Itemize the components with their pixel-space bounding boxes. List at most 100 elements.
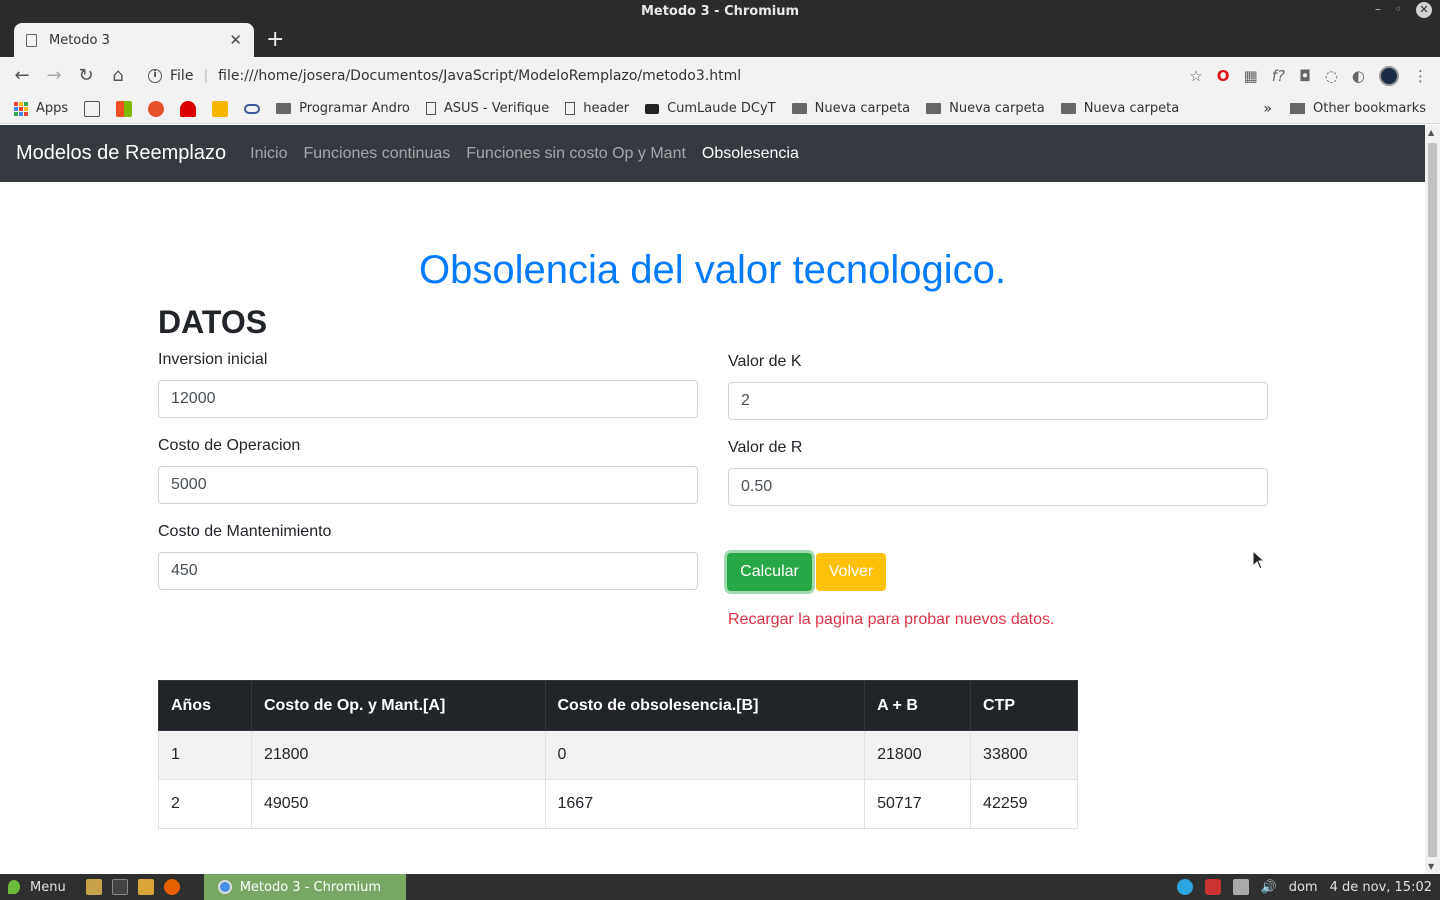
extension-grid-icon[interactable]: ▦ <box>1244 67 1258 85</box>
extension-icon[interactable]: ◌ <box>1325 67 1338 85</box>
maximize-icon[interactable]: ◦ <box>1395 2 1402 18</box>
page-scrollbar[interactable]: ▲ ▼ <box>1425 125 1440 874</box>
table-cell: 2 <box>158 779 252 829</box>
bookmark-label: Programar Andro <box>299 101 410 116</box>
forward-icon[interactable]: → <box>38 65 70 86</box>
volver-button[interactable]: Volver <box>816 553 886 591</box>
bookmark-item[interactable]: Nueva carpeta <box>791 101 911 116</box>
nav-link-funciones-sin-costo[interactable]: Funciones sin costo Op y Mant <box>466 145 686 163</box>
telegram-icon[interactable] <box>1176 879 1193 895</box>
pocket-icon[interactable]: ◘ <box>1299 67 1311 85</box>
k-label: Valor de K <box>728 353 802 370</box>
folder-icon <box>276 103 292 114</box>
bookmark-label: CumLaude DCyT <box>667 101 776 116</box>
extension-icon[interactable]: ◐ <box>1352 67 1365 85</box>
home-icon[interactable]: ⌂ <box>102 65 134 86</box>
shield-icon[interactable] <box>1204 879 1221 895</box>
header-a-mas-b: A + B <box>864 680 972 731</box>
task-label: Metodo 3 - Chromium <box>239 879 382 895</box>
table-cell: 1667 <box>544 779 866 829</box>
table-cell: 33800 <box>970 730 1078 780</box>
terminal-icon[interactable] <box>111 879 128 895</box>
volume-icon[interactable]: 🔊 <box>1261 880 1277 895</box>
graduation-cap-icon <box>645 103 660 114</box>
bookmark-item[interactable]: Nueva carpeta <box>926 101 1045 116</box>
bookmark-icon[interactable] <box>148 100 165 117</box>
scroll-up-icon[interactable]: ▲ <box>1428 128 1434 137</box>
site-navbar: Modelos de Reemplazo Inicio Funciones co… <box>0 125 1425 182</box>
table-cell: 49050 <box>250 779 546 829</box>
files-icon[interactable] <box>85 879 102 895</box>
r-input[interactable] <box>728 468 1268 506</box>
bookmark-icon[interactable] <box>84 100 101 117</box>
page-icon <box>565 102 576 115</box>
inversion-input[interactable] <box>158 380 698 418</box>
taskbar-window-chromium[interactable]: Metodo 3 - Chromium <box>203 874 406 900</box>
folder-icon <box>791 103 807 114</box>
back-icon[interactable]: ← <box>6 65 38 86</box>
bookmark-label: ASUS - Verifique <box>443 101 550 116</box>
header-costo-op-mant: Costo de Op. y Mant.[A] <box>250 680 546 731</box>
window-controls: – ◦ ✕ <box>1375 2 1432 18</box>
system-tray: 🔊 dom 4 de nov, 15:02 <box>1176 879 1440 895</box>
profile-avatar[interactable] <box>1379 65 1399 86</box>
bookmark-item[interactable]: header <box>565 101 629 116</box>
url-text[interactable]: file:///home/josera/Documentos/JavaScrip… <box>218 68 741 84</box>
scrollbar-thumb[interactable] <box>1428 143 1437 857</box>
operacion-label: Costo de Operacion <box>158 437 301 454</box>
mantenimiento-label: Costo de Mantenimiento <box>158 523 332 540</box>
bookmark-item[interactable]: Programar Andro <box>276 101 410 116</box>
new-tab-icon[interactable]: + <box>266 27 284 52</box>
navbar-brand[interactable]: Modelos de Reemplazo <box>16 142 226 165</box>
bookmark-label: Other bookmarks <box>1312 101 1426 116</box>
bookmarks-overflow-button[interactable]: » <box>1263 101 1272 117</box>
bookmark-item[interactable]: ASUS - Verifique <box>425 101 550 116</box>
opera-icon[interactable]: O <box>1217 67 1230 85</box>
bookmark-label: Apps <box>36 101 69 116</box>
nav-link-obsolesencia[interactable]: Obsolesencia <box>702 145 799 163</box>
address-bar[interactable]: i File | file:///home/josera/Documentos/… <box>148 68 1189 84</box>
nav-link-funciones-continuas[interactable]: Funciones continuas <box>303 145 450 163</box>
calcular-button[interactable]: Calcular <box>727 553 812 591</box>
menu-dots-icon[interactable]: ⋮ <box>1413 67 1428 85</box>
microsoft-icon[interactable] <box>116 100 133 117</box>
tab-close-icon[interactable]: ✕ <box>229 31 242 49</box>
menu-label: Menu <box>30 879 66 895</box>
nav-link-inicio[interactable]: Inicio <box>250 145 287 163</box>
operacion-input[interactable] <box>158 466 698 504</box>
clock-datetime[interactable]: 4 de nov, 15:02 <box>1330 880 1432 895</box>
minimize-icon[interactable]: – <box>1375 2 1381 18</box>
inversion-label: Inversion inicial <box>158 351 268 368</box>
table-header-row: Años Costo de Op. y Mant.[A] Costo de ob… <box>158 680 1078 731</box>
reload-icon[interactable]: ↻ <box>70 65 102 86</box>
star-icon[interactable]: ☆ <box>1189 67 1202 85</box>
reload-warning: Recargar la pagina para probar nuevos da… <box>728 611 1055 628</box>
network-icon[interactable] <box>1232 879 1249 895</box>
page-title: Obsolencia del valor tecnologico. <box>418 248 1006 292</box>
folder-icon[interactable] <box>137 879 154 895</box>
table-cell: 1 <box>158 730 252 780</box>
k-input[interactable] <box>728 382 1268 420</box>
start-menu-button[interactable]: Menu <box>0 880 66 895</box>
close-window-icon[interactable]: ✕ <box>1416 2 1432 18</box>
header-costo-obsolesencia: Costo de obsolesencia.[B] <box>544 680 866 731</box>
other-bookmarks[interactable]: Other bookmarks <box>1289 101 1426 116</box>
info-icon[interactable]: i <box>148 68 162 83</box>
bookmark-apps[interactable]: Apps <box>14 101 68 116</box>
browser-tab[interactable]: Metodo 3 ✕ <box>14 23 254 57</box>
apps-icon <box>14 101 28 116</box>
link-icon[interactable] <box>244 103 261 114</box>
bookmark-label: Nueva carpeta <box>814 101 911 116</box>
bookmark-item[interactable]: CumLaude DCyT <box>645 101 776 116</box>
bookmark-item[interactable]: Nueva carpeta <box>1060 101 1179 116</box>
scroll-down-icon[interactable]: ▼ <box>1428 862 1434 871</box>
firefox-icon[interactable] <box>163 879 180 895</box>
url-scheme: File <box>170 67 194 84</box>
header-ctp: CTP <box>970 680 1078 731</box>
bookmark-icon[interactable] <box>212 100 229 117</box>
mantenimiento-input[interactable] <box>158 552 698 590</box>
tab-label: Metodo 3 <box>49 32 110 48</box>
table-cell: 50717 <box>864 779 972 829</box>
formula-icon[interactable]: f? <box>1272 67 1285 85</box>
bookmark-icon[interactable] <box>180 100 197 117</box>
